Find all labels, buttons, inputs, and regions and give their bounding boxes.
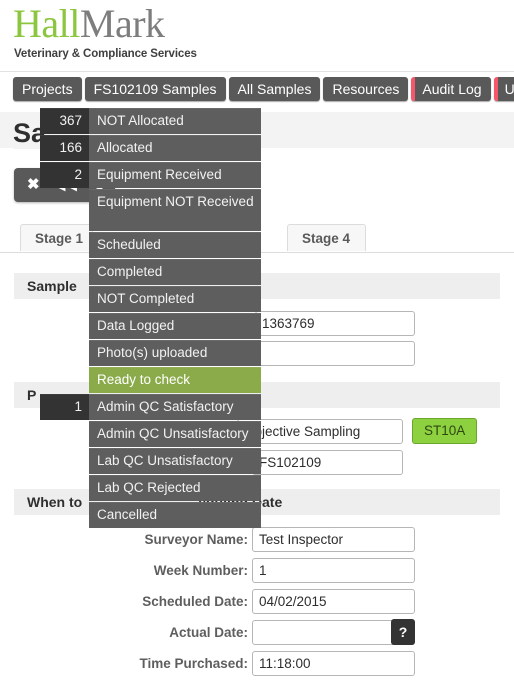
nav-tab-audit-log[interactable]: Audit Log <box>411 77 491 101</box>
dropdown-item-admin-qc-unsatisfactory[interactable]: Admin QC Unsatisfactory <box>89 421 261 447</box>
field-label-week-number: Week Number: <box>153 563 248 578</box>
dropdown-item-label: Admin QC Satisfactory <box>97 399 234 414</box>
dropdown-item-photo-s-uploaded[interactable]: Photo(s) uploaded <box>89 340 261 366</box>
dropdown-item-label: Completed <box>97 264 163 279</box>
dropdown-item-label: Scheduled <box>97 237 161 252</box>
dropdown-item-cancelled[interactable]: Cancelled <box>89 502 261 528</box>
project-input-1[interactable] <box>237 419 403 444</box>
dropdown-item-allocated[interactable]: Allocated 166 <box>40 135 261 161</box>
dropdown-item-equipment-received[interactable]: Equipment Received 2 <box>40 162 261 188</box>
dropdown-item-label: Cancelled <box>97 507 158 522</box>
sample-input-1[interactable] <box>255 311 415 336</box>
masthead: HallMark Veterinary & Compliance Service… <box>0 0 514 72</box>
nav-tab-resources[interactable]: Resources <box>323 77 409 101</box>
dropdown-item-label: Admin QC Unsatisfactory <box>97 426 249 441</box>
dropdown-item-ready-to-check[interactable]: Ready to check <box>89 367 261 393</box>
field-input-surveyor-name[interactable] <box>252 527 415 552</box>
brand-logo[interactable]: HallMark <box>13 2 165 46</box>
dropdown-item-label: Allocated <box>97 140 153 155</box>
dropdown-item-lab-qc-rejected[interactable]: Lab QC Rejected <box>89 475 261 501</box>
dropdown-item-label: Equipment NOT Received <box>97 194 254 209</box>
brand-logo-second: Mark <box>79 1 165 46</box>
field-label-actual-date: Actual Date: <box>169 625 248 640</box>
main-navigation: Projects FS102109 Samples All Samples Resou… <box>0 73 514 105</box>
nav-tab-projects[interactable]: Projects <box>13 77 82 101</box>
dropdown-item-equipment-not-received[interactable]: Equipment NOT Received <box>89 189 261 231</box>
nav-tab-all-samples[interactable]: All Samples <box>228 77 321 101</box>
dropdown-item-lab-qc-unsatisfactory[interactable]: Lab QC Unsatisfactory <box>89 448 261 474</box>
status-dropdown-menu[interactable]: NOT Allocated 367 Allocated 166 Equipment Re… <box>40 108 261 529</box>
nav-tab-u[interactable]: U <box>493 77 514 101</box>
project-input-2[interactable] <box>252 450 403 475</box>
section-header-scheduling-lead: When to <box>27 494 83 510</box>
help-icon-actual-date[interactable]: ? <box>391 619 415 645</box>
dropdown-item-count: 1 <box>40 394 89 420</box>
field-input-time-purchased[interactable] <box>252 651 415 676</box>
dropdown-item-label: Photo(s) uploaded <box>97 345 208 360</box>
field-label-surveyor-name: Surveyor Name: <box>144 532 248 547</box>
dropdown-item-label: Equipment Received <box>97 167 222 182</box>
stage-tab-stage-1[interactable]: Stage 1 <box>20 224 93 251</box>
brand-logo-first: Hall <box>13 1 80 46</box>
sample-input-2[interactable] <box>255 341 415 366</box>
dropdown-item-scheduled[interactable]: Scheduled <box>89 232 261 258</box>
nav-tab-fs102109-samples[interactable]: FS102109 Samples <box>84 77 226 101</box>
dropdown-item-label: NOT Allocated <box>97 113 184 128</box>
dropdown-item-not-allocated[interactable]: NOT Allocated 367 <box>40 108 261 134</box>
dropdown-item-label: Ready to check <box>97 372 191 387</box>
field-input-week-number[interactable] <box>252 558 415 583</box>
dropdown-item-label: NOT Completed <box>97 291 195 306</box>
dropdown-item-admin-qc-satisfactory[interactable]: Admin QC Satisfactory 1 <box>40 394 261 420</box>
dropdown-item-count: 2 <box>40 162 89 188</box>
sample-type-badge[interactable]: ST10A <box>412 418 478 444</box>
brand-tagline: Veterinary & Compliance Services <box>14 48 197 60</box>
field-label-time-purchased: Time Purchased: <box>139 656 248 671</box>
dropdown-item-not-completed[interactable]: NOT Completed <box>89 286 261 312</box>
dropdown-item-label: Data Logged <box>97 318 175 333</box>
dropdown-item-label: Lab QC Unsatisfactory <box>97 453 233 468</box>
dropdown-item-count: 367 <box>40 108 89 134</box>
field-input-scheduled-date[interactable] <box>252 589 415 614</box>
field-label-scheduled-date: Scheduled Date: <box>142 594 248 609</box>
dropdown-item-completed[interactable]: Completed <box>89 259 261 285</box>
stage-tab-stage-4[interactable]: Stage 4 <box>287 224 366 251</box>
dropdown-item-count: 166 <box>40 135 89 161</box>
dropdown-item-label: Lab QC Rejected <box>97 480 201 495</box>
dropdown-item-data-logged[interactable]: Data Logged <box>89 313 261 339</box>
